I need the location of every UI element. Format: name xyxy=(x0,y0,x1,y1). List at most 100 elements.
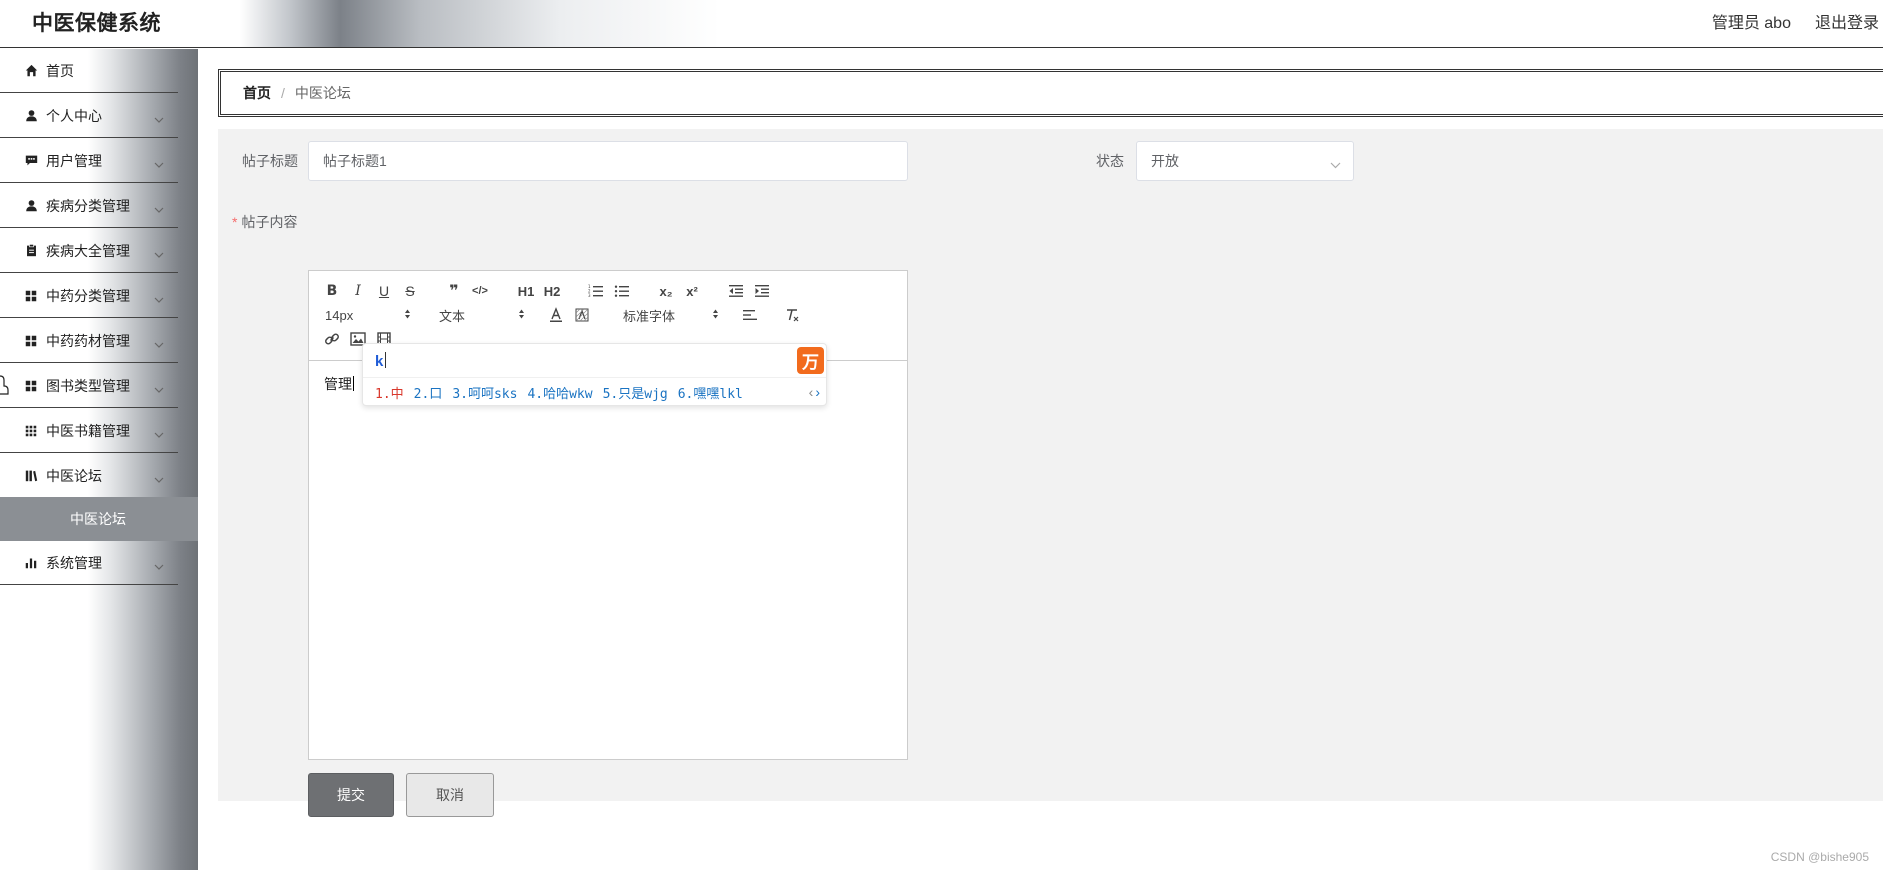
app-title: 中医保健系统 xyxy=(32,12,161,35)
font-family-select[interactable]: 标准字体 xyxy=(623,305,719,325)
ordered-list-icon[interactable]: 123 xyxy=(585,281,607,301)
chevron-down-icon xyxy=(154,200,164,218)
logout-link[interactable]: 退出登录 xyxy=(1815,9,1879,33)
ime-caret xyxy=(385,352,387,368)
chevron-down-icon xyxy=(154,110,164,128)
top-header: 中医保健系统 管理员 abo 退出登录 xyxy=(0,0,1883,48)
submit-button[interactable]: 提交 xyxy=(308,773,394,817)
ime-composition: k xyxy=(375,352,387,370)
sidebar-item-label: 个人中心 xyxy=(46,107,102,124)
breadcrumb-current: 中医论坛 xyxy=(294,85,351,101)
sidebar-item-herb-materials[interactable]: 中药药材管理 xyxy=(0,319,178,363)
status-label: 状态 xyxy=(1096,153,1124,169)
link-icon[interactable] xyxy=(321,329,343,349)
align-left-icon[interactable] xyxy=(739,305,761,325)
user-icon xyxy=(24,199,38,213)
sidebar-item-disease-category[interactable]: 疾病分类管理 xyxy=(0,184,178,228)
bar-chart-icon xyxy=(24,556,38,570)
sidebar-item-user-management[interactable]: 用户管理 xyxy=(0,139,178,183)
sidebar-item-tcm-books[interactable]: 中医书籍管理 xyxy=(0,409,178,453)
code-block-button[interactable]: </> xyxy=(469,281,491,301)
font-color-icon[interactable] xyxy=(545,305,567,325)
submenu-item-tcm-forum[interactable]: 中医论坛 xyxy=(0,497,198,541)
status-select[interactable]: 开放 xyxy=(1136,141,1354,181)
bold-button[interactable]: B xyxy=(321,281,343,301)
font-size-select[interactable]: 14px xyxy=(325,305,411,325)
indent-icon[interactable] xyxy=(751,281,773,301)
post-title-value: 帖子标题1 xyxy=(323,153,387,169)
font-family-value: 标准字体 xyxy=(623,308,676,324)
ime-prev-page-icon[interactable]: ‹ xyxy=(809,384,814,400)
post-content-label-text: 帖子内容 xyxy=(241,214,298,230)
subscript-button[interactable]: x₂ xyxy=(655,281,677,301)
ime-candidate[interactable]: 5.只是wjg xyxy=(603,383,668,402)
sidebar-item-label: 疾病分类管理 xyxy=(46,197,130,214)
superscript-button[interactable]: x² xyxy=(681,281,703,301)
ime-divider xyxy=(363,377,826,378)
required-star: * xyxy=(232,214,238,230)
ime-candidate[interactable]: 2.口 xyxy=(414,383,443,402)
blockquote-button[interactable]: ❞ xyxy=(443,281,465,301)
outdent-icon[interactable] xyxy=(725,281,747,301)
ime-candidate-popup: k 万 1.中 2.口 3.呵呵sks 4.哈哈wkw 5.只是wjg 6.嘿嘿… xyxy=(362,343,827,406)
svg-text:3: 3 xyxy=(588,293,591,298)
sidebar-item-label: 用户管理 xyxy=(46,152,102,169)
user-icon xyxy=(24,109,38,123)
hand-cursor-icon xyxy=(0,374,10,401)
ime-candidate-list: 1.中 2.口 3.呵呵sks 4.哈哈wkw 5.只是wjg 6.嘿嘿lkl xyxy=(375,383,743,402)
chevron-down-icon xyxy=(154,380,164,398)
ime-candidate[interactable]: 1.中 xyxy=(375,383,404,402)
submenu-item-label: 中医论坛 xyxy=(70,511,126,527)
header-select[interactable]: 文本 xyxy=(439,305,525,325)
header-select-value: 文本 xyxy=(439,308,466,324)
clear-format-icon[interactable] xyxy=(781,305,803,325)
ime-candidate[interactable]: 6.嘿嘿lkl xyxy=(678,383,743,402)
strike-button[interactable]: S xyxy=(399,281,421,301)
header-user-area: 管理员 abo 退出登录 xyxy=(1712,9,1879,33)
ime-next-page-icon[interactable]: › xyxy=(815,384,820,400)
main-content: 首页 / 中医论坛 帖子标题 帖子标题1 状态 开放 * 帖子内容 B I U S… xyxy=(198,49,1883,870)
sidebar-item-book-type[interactable]: 图书类型管理 xyxy=(0,364,178,408)
breadcrumb: 首页 / 中医论坛 xyxy=(218,69,1883,117)
chevron-down-icon xyxy=(154,425,164,443)
bullet-list-icon[interactable] xyxy=(611,281,633,301)
chevron-down-icon xyxy=(154,335,164,353)
underline-button[interactable]: U xyxy=(373,281,395,301)
select-arrows-icon xyxy=(518,308,525,323)
post-title-label: 帖子标题 xyxy=(242,153,298,169)
chevron-down-icon xyxy=(154,557,164,575)
header-2-button[interactable]: H2 xyxy=(541,281,563,301)
cancel-button[interactable]: 取消 xyxy=(406,773,494,817)
breadcrumb-separator: / xyxy=(281,85,285,101)
sidebar-item-label: 图书类型管理 xyxy=(46,377,130,394)
clipboard-icon xyxy=(24,244,38,258)
italic-button[interactable]: I xyxy=(347,281,369,301)
grid-icon xyxy=(24,379,38,393)
breadcrumb-home-link[interactable]: 首页 xyxy=(243,83,271,103)
chevron-down-icon xyxy=(154,155,164,173)
editor-content-area[interactable]: 管理 xyxy=(309,362,907,759)
sidebar-item-home[interactable]: 首页 xyxy=(0,49,178,93)
background-color-icon[interactable] xyxy=(571,305,593,325)
ime-candidate[interactable]: 3.呵呵sks xyxy=(452,383,517,402)
form-panel: 帖子标题 帖子标题1 状态 开放 * 帖子内容 B I U S ❞ </> H1 … xyxy=(218,129,1883,817)
chevron-up-icon xyxy=(154,470,164,488)
header-1-button[interactable]: H1 xyxy=(515,281,537,301)
sidebar-item-label: 中医书籍管理 xyxy=(46,422,130,439)
sidebar-item-tcm-forum[interactable]: 中医论坛 xyxy=(0,454,178,498)
post-title-input[interactable]: 帖子标题1 xyxy=(308,141,908,181)
ime-logo-icon[interactable]: 万 xyxy=(797,347,824,374)
ime-composition-text: k xyxy=(375,353,384,370)
sidebar-item-personal-center[interactable]: 个人中心 xyxy=(0,94,178,138)
sidebar-item-disease-encyclopedia[interactable]: 疾病大全管理 xyxy=(0,229,178,273)
apps-icon xyxy=(24,424,38,438)
select-arrows-icon xyxy=(404,308,411,323)
admin-user-label[interactable]: 管理员 abo xyxy=(1712,9,1791,33)
ime-candidate[interactable]: 4.哈哈wkw xyxy=(527,383,592,402)
status-value: 开放 xyxy=(1151,153,1179,169)
font-size-value: 14px xyxy=(325,307,354,323)
sidebar-item-herb-category[interactable]: 中药分类管理 xyxy=(0,274,178,318)
chevron-down-icon xyxy=(154,290,164,308)
sidebar-item-system-management[interactable]: 系统管理 xyxy=(0,541,178,585)
sidebar-item-label: 中药药材管理 xyxy=(46,332,130,349)
